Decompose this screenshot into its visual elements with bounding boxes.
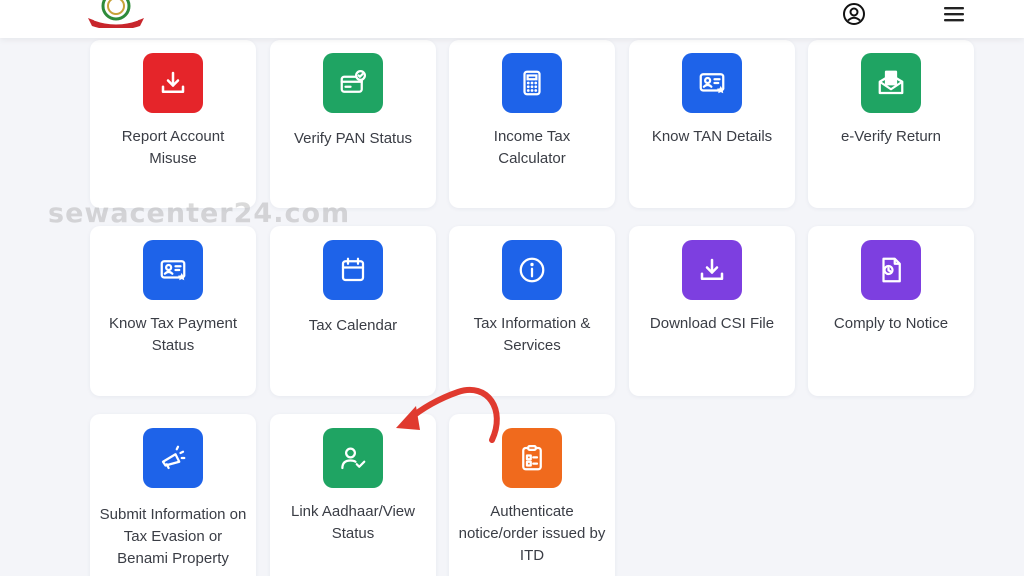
service-label: Verify PAN Status — [293, 130, 413, 147]
service-card-income-tax-calculator[interactable]: Income Tax Calculator — [449, 40, 615, 208]
service-label: Comply to Notice — [833, 315, 949, 332]
download-icon — [143, 53, 203, 113]
service-card-authenticate-notice-order[interactable]: Authenticate notice/order issued by ITD — [449, 414, 615, 576]
service-card-verify-pan-status[interactable]: Verify PAN Status — [270, 40, 436, 208]
service-card-tax-information-services[interactable]: Tax Information & Services — [449, 226, 615, 396]
service-label: Authenticate notice/order issued by ITD — [458, 503, 606, 564]
user-check-icon — [323, 428, 383, 488]
service-card-submit-information-tax-evasion[interactable]: Submit Information on Tax Evasion or Ben… — [90, 414, 256, 576]
info-icon — [502, 240, 562, 300]
service-card-know-tan-details[interactable]: Know TAN Details — [629, 40, 795, 208]
calendar-icon — [323, 240, 383, 300]
service-card-download-csi-file[interactable]: Download CSI File — [629, 226, 795, 396]
service-label: Tax Calendar — [308, 317, 398, 334]
service-card-know-tax-payment-status[interactable]: Know Tax Payment Status — [90, 226, 256, 396]
service-label: Income Tax Calculator — [493, 128, 571, 167]
service-label: Know TAN Details — [651, 128, 773, 145]
user-circle-icon[interactable] — [842, 2, 866, 26]
service-card-e-verify-return[interactable]: e-Verify Return — [808, 40, 974, 208]
service-label: Report Account Misuse — [121, 128, 225, 167]
mail-document-icon — [861, 53, 921, 113]
income-tax-department-logo-icon[interactable] — [84, 0, 148, 28]
service-card-link-aadhaar-view-status[interactable]: Link Aadhaar/View Status — [270, 414, 436, 576]
service-label: Tax Information & Services — [473, 315, 591, 354]
service-label: Know Tax Payment Status — [108, 315, 238, 354]
service-card-comply-to-notice[interactable]: Comply to Notice — [808, 226, 974, 396]
service-label: e-Verify Return — [840, 128, 942, 145]
top-header — [0, 0, 1024, 38]
service-card-tax-calendar[interactable]: Tax Calendar — [270, 226, 436, 396]
calculator-icon — [502, 53, 562, 113]
id-card-star-icon — [682, 53, 742, 113]
card-check-icon — [323, 53, 383, 113]
clipboard-icon — [502, 428, 562, 488]
download-icon — [682, 240, 742, 300]
hamburger-menu-icon[interactable] — [942, 4, 966, 24]
service-label: Link Aadhaar/View Status — [291, 503, 415, 542]
megaphone-icon — [143, 428, 203, 488]
id-card-star-icon — [143, 240, 203, 300]
service-label: Submit Information on Tax Evasion or Ben… — [99, 506, 247, 567]
service-card-report-account-misuse[interactable]: Report Account Misuse — [90, 40, 256, 208]
service-label: Download CSI File — [649, 315, 775, 332]
document-clock-icon — [861, 240, 921, 300]
